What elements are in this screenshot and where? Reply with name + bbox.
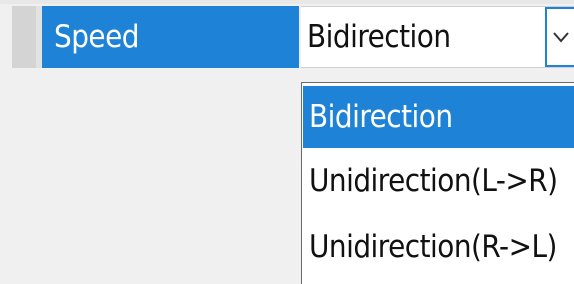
property-name-cell[interactable]: Speed: [42, 6, 299, 68]
dropdown-option-unidirection-l-r[interactable]: Unidirection(L->R): [303, 150, 574, 212]
dropdown-option-unidirection-r-l[interactable]: Unidirection(R->L): [303, 216, 574, 278]
combobox-value: Bidirection: [307, 19, 451, 55]
property-grid: Speed Bidirection Bidirection Unidirecti…: [0, 0, 574, 284]
dropdown-option-bidirection[interactable]: Bidirection: [303, 86, 574, 148]
dropdown-list: Bidirection Unidirection(L->R) Unidirect…: [301, 82, 574, 284]
speed-combobox[interactable]: Bidirection: [301, 6, 574, 68]
property-label: Speed: [54, 19, 139, 55]
grid-top-divider: [0, 0, 574, 4]
row-selector[interactable]: [12, 6, 37, 68]
dropdown-button[interactable]: [545, 7, 574, 67]
chevron-down-icon: [552, 32, 569, 43]
